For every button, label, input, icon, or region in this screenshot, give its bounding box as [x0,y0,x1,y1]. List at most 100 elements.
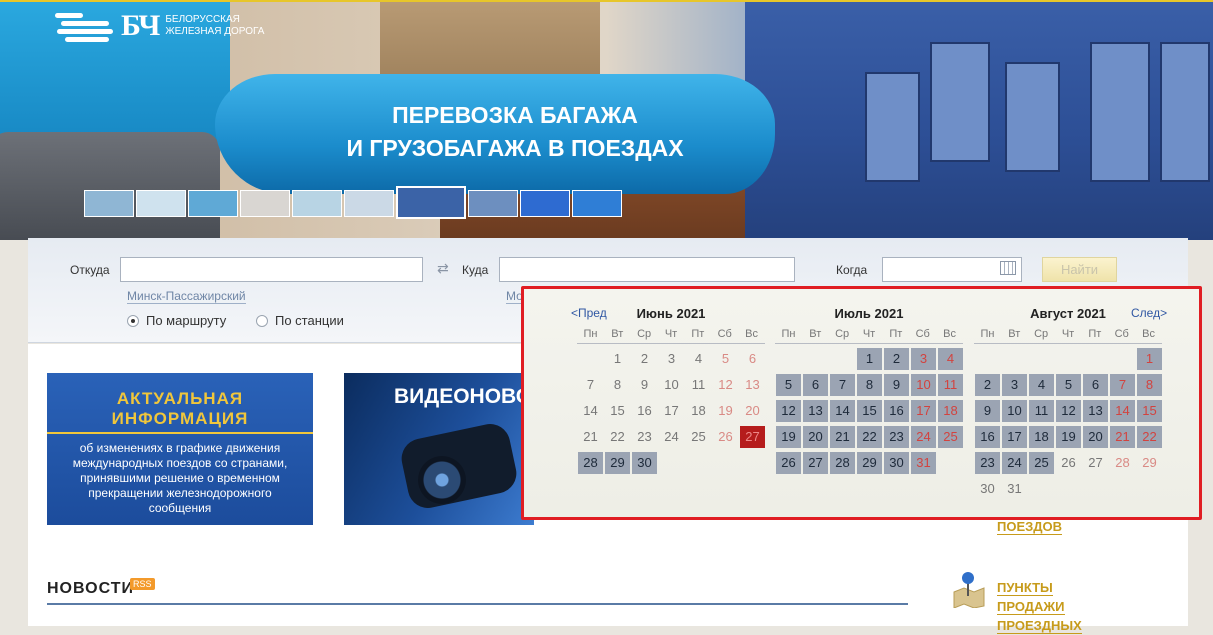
calendar-day[interactable]: 18 [938,400,963,422]
swap-icon[interactable]: ⇄ [437,260,449,277]
calendar-day[interactable]: 16 [975,426,1000,448]
calendar-day[interactable]: 12 [776,400,801,422]
calendar-day[interactable]: 8 [857,374,882,396]
calendar-day: 27 [1088,455,1103,470]
calendar-day[interactable]: 30 [884,452,909,474]
calendar-day[interactable]: 5 [776,374,801,396]
calendar-day[interactable]: 22 [857,426,882,448]
video-news-banner[interactable]: ВИДЕОНОВО [344,373,534,525]
calendar-day[interactable]: 10 [911,374,936,396]
calendar-day[interactable]: 19 [776,426,801,448]
banner-thumbnail[interactable] [84,190,134,217]
site-logo[interactable]: БЧ Белорусская железная дорога [55,7,264,45]
calendar-day[interactable]: 8 [1137,374,1162,396]
from-label: Откуда [70,263,110,277]
empty-cell [1110,348,1135,370]
calendar-day[interactable]: 16 [884,400,909,422]
banner-thumbnail[interactable] [188,190,238,217]
calendar-day[interactable]: 15 [1137,400,1162,422]
calendar-day[interactable]: 17 [1002,426,1027,448]
calendar-day[interactable]: 27 [803,452,828,474]
calendar-day[interactable]: 20 [1083,426,1108,448]
calendar-day: 14 [583,403,598,418]
calendar-day[interactable]: 12 [1056,400,1081,422]
calendar-day[interactable]: 14 [830,400,855,422]
calendar-day[interactable]: 25 [938,426,963,448]
calendar-day: 18 [691,403,706,418]
calendar-icon[interactable] [1000,261,1016,275]
radio-by-route[interactable]: По маршруту [127,313,226,328]
calendar-day[interactable]: 3 [911,348,936,370]
calendar-day[interactable]: 18 [1029,426,1054,448]
banner-thumbnail[interactable] [572,190,622,217]
calendar-day[interactable]: 11 [938,374,963,396]
radio-by-station[interactable]: По станции [256,313,344,328]
banner-thumbnail[interactable] [396,186,466,219]
banner-thumbnail[interactable] [344,190,394,217]
calendar-day[interactable]: 21 [1110,426,1135,448]
calendar-day[interactable]: 15 [857,400,882,422]
calendar-day[interactable]: 1 [857,348,882,370]
calendar-day[interactable]: 6 [803,374,828,396]
calendar-day[interactable]: 28 [830,452,855,474]
calendar-day[interactable]: 13 [1083,400,1108,422]
calendar-day[interactable]: 24 [911,426,936,448]
calendar-day[interactable]: 7 [830,374,855,396]
calendar-month-august: Август 2021 Пн Вт Ср Чт Пт Сб Вс 1 2 3 4 5 6 7 8 9 10 11 12… [974,306,1162,503]
weekday-label: Пт [889,328,903,340]
empty-cell [1002,348,1027,370]
from-hint-link[interactable]: Минск-Пассажирский [127,290,246,304]
banner-thumbnail[interactable] [292,190,342,217]
calendar-day[interactable]: 6 [1083,374,1108,396]
calendar-day[interactable]: 20 [803,426,828,448]
calendar-day: 21 [583,429,598,444]
weekday-label: Пт [691,328,705,340]
logo-abbr: БЧ [121,9,160,42]
banner-thumbnail[interactable] [240,190,290,217]
calendar-day: 5 [721,351,730,366]
sidebar-link-sale-points[interactable]: ПУНКТЫ ПРОДАЖИ ПРОЕЗДНЫХ [997,578,1082,635]
calendar-day[interactable]: 5 [1056,374,1081,396]
rss-badge[interactable]: RSS [130,578,155,590]
calendar-day[interactable]: 14 [1110,400,1135,422]
banner-title[interactable]: ПЕРЕВОЗКА БАГАЖА И ГРУЗОБАГАЖА В ПОЕЗДАХ [300,99,730,165]
calendar-day[interactable]: 19 [1056,426,1081,448]
calendar-day[interactable]: 2 [884,348,909,370]
calendar-day[interactable]: 21 [830,426,855,448]
calendar-day[interactable]: 24 [1002,452,1027,474]
actual-info-banner[interactable]: АКТУАЛЬНАЯ ИНФОРМАЦИЯ об изменениях в гр… [47,373,313,525]
calendar-day[interactable]: 10 [1002,400,1027,422]
calendar-day[interactable]: 9 [975,400,1000,422]
calendar-day[interactable]: 23 [884,426,909,448]
calendar-day[interactable]: 2 [975,374,1000,396]
empty-cell [1056,348,1081,370]
find-button[interactable]: Найти [1042,257,1117,282]
calendar-day[interactable]: 29 [605,452,630,474]
empty-cell [803,348,828,370]
calendar-day[interactable]: 22 [1137,426,1162,448]
calendar-day[interactable]: 23 [975,452,1000,474]
calendar-day[interactable]: 1 [1137,348,1162,370]
logo-icon [55,7,117,45]
calendar-day[interactable]: 7 [1110,374,1135,396]
calendar-day: 13 [745,377,760,392]
calendar-day[interactable]: 28 [578,452,603,474]
calendar-day[interactable]: 31 [911,452,936,474]
calendar-day[interactable]: 4 [1029,374,1054,396]
calendar-day[interactable]: 25 [1029,452,1054,474]
calendar-day[interactable]: 13 [803,400,828,422]
empty-cell [975,348,1000,370]
calendar-day[interactable]: 30 [632,452,657,474]
calendar-day[interactable]: 29 [857,452,882,474]
from-input[interactable] [120,257,423,282]
calendar-day[interactable]: 9 [884,374,909,396]
calendar-day[interactable]: 11 [1029,400,1054,422]
banner-thumbnail[interactable] [136,190,186,217]
calendar-day[interactable]: 3 [1002,374,1027,396]
banner-thumbnail[interactable] [520,190,570,217]
calendar-day[interactable]: 17 [911,400,936,422]
calendar-day[interactable]: 26 [776,452,801,474]
to-input[interactable] [499,257,795,282]
banner-thumbnail[interactable] [468,190,518,217]
calendar-day[interactable]: 4 [938,348,963,370]
